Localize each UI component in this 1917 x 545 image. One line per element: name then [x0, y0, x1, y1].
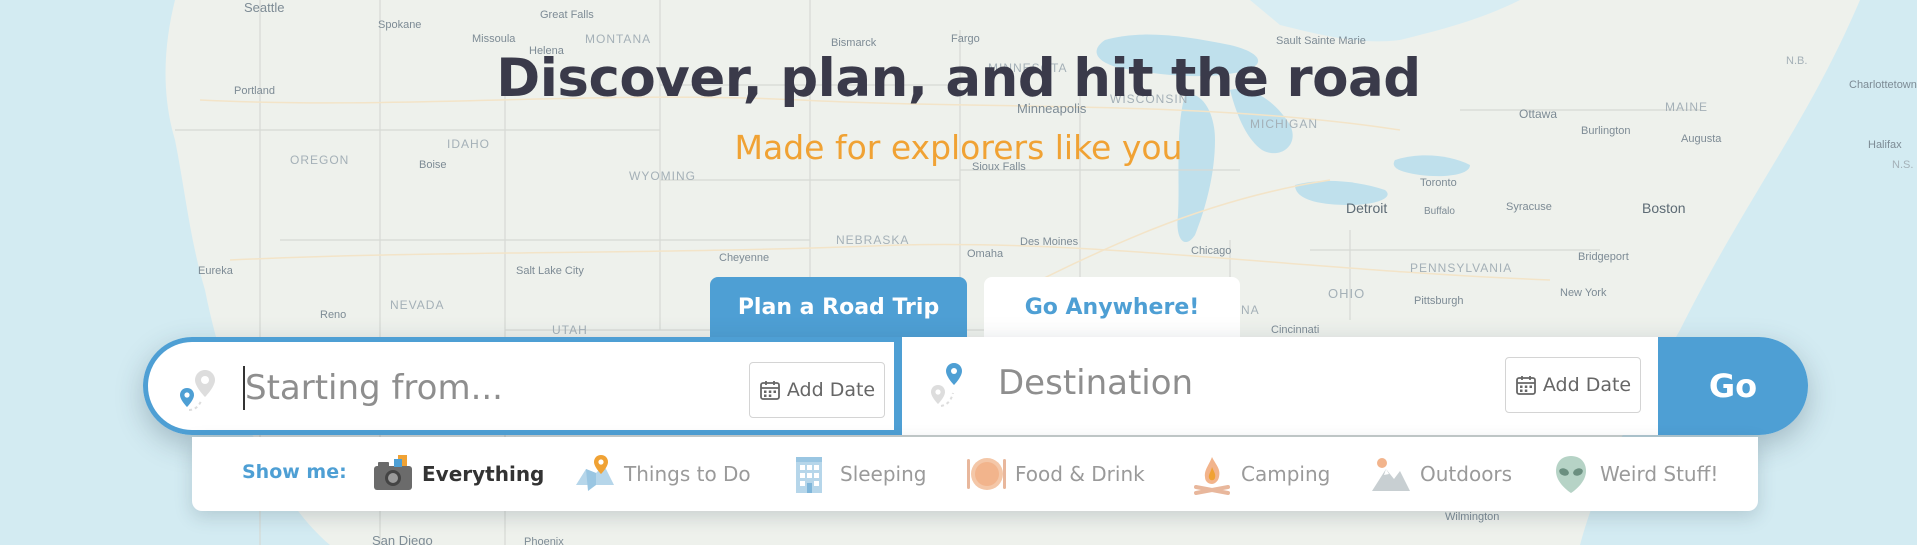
map-label: Toronto	[1420, 177, 1457, 189]
filter-everything[interactable]: Everything	[372, 449, 544, 499]
filter-label: Things to Do	[624, 462, 751, 486]
tab-plan-road-trip[interactable]: Plan a Road Trip	[710, 277, 967, 337]
map-label: Cincinnati	[1271, 324, 1319, 336]
map-label: PENNSYLVANIA	[1410, 261, 1512, 275]
map-pin-icon	[576, 455, 614, 491]
map-label: Missoula	[472, 33, 516, 45]
filter-sleeping[interactable]: Sleeping	[790, 449, 926, 499]
filter-label: Weird Stuff!	[1600, 462, 1719, 486]
hero-subtitle: Made for explorers like you	[734, 128, 1183, 167]
map-label: Chicago	[1191, 245, 1231, 257]
filter-weird-stuff[interactable]: Weird Stuff!	[1550, 449, 1718, 499]
campfire-icon	[1194, 457, 1230, 495]
map-label: Seattle	[244, 0, 284, 15]
map-label: Wilmington	[1445, 511, 1499, 523]
map-label: Eureka	[198, 265, 234, 277]
map-label: Sault Sainte Marie	[1276, 35, 1366, 47]
filter-label: Outdoors	[1420, 462, 1513, 486]
map-label: OHIO	[1328, 286, 1365, 301]
map-label: Spokane	[378, 19, 421, 31]
mountain-icon	[1372, 458, 1410, 491]
map-label: NEVADA	[390, 298, 444, 312]
calendar-icon	[759, 381, 780, 400]
map-label: Cheyenne	[719, 252, 769, 264]
map-label: Phoenix	[524, 536, 564, 545]
route-pin-icon	[180, 370, 215, 411]
go-button[interactable]: Go	[1658, 337, 1808, 435]
filter-label: Everything	[422, 462, 545, 486]
map-label: Bridgeport	[1578, 251, 1629, 263]
map-label: Ottawa	[1519, 107, 1557, 121]
origin-field[interactable]: Starting from... Add Date	[143, 337, 902, 435]
hotel-icon	[796, 457, 822, 493]
filter-outdoors[interactable]: Outdoors	[1370, 449, 1512, 499]
filter-label: Food & Drink	[1015, 462, 1145, 486]
map-label: WYOMING	[629, 169, 696, 183]
map-label: Detroit	[1346, 200, 1387, 216]
filter-camping[interactable]: Camping	[1191, 449, 1330, 499]
map-label: Syracuse	[1506, 201, 1552, 213]
destination-add-date-button[interactable]: Add Date	[1505, 357, 1641, 413]
filter-label: Camping	[1241, 462, 1331, 486]
hero-title: Discover, plan, and hit the road	[496, 48, 1421, 109]
field-divider	[894, 337, 902, 435]
tab-go-anywhere[interactable]: Go Anywhere!	[984, 277, 1240, 337]
origin-add-date-button[interactable]: Add Date	[749, 362, 885, 418]
origin-input[interactable]: Starting from...	[245, 368, 503, 408]
map-label: MONTANA	[585, 32, 651, 46]
add-date-label: Add Date	[1542, 374, 1632, 396]
map-label: Great Falls	[540, 9, 594, 21]
map-label: Reno	[320, 309, 346, 321]
map-label: UTAH	[552, 323, 588, 337]
camera-icon	[374, 455, 412, 490]
map-label: NEBRASKA	[836, 233, 909, 247]
map-label: Omaha	[967, 248, 1004, 260]
show-me-label: Show me:	[242, 461, 347, 483]
alien-icon	[1556, 456, 1586, 493]
map-label: San Diego	[372, 533, 433, 545]
filter-things-to-do[interactable]: Things to Do	[574, 449, 751, 499]
map-label: Fargo	[951, 33, 980, 45]
map-label: Des Moines	[1020, 236, 1079, 248]
filter-food-drink[interactable]: Food & Drink	[965, 449, 1145, 499]
destination-pin-icon	[931, 363, 962, 407]
filter-bar: Show me: Everything Things to Do Sleepin…	[192, 437, 1758, 511]
map-label: Boston	[1642, 200, 1686, 216]
add-date-label: Add Date	[786, 379, 876, 401]
destination-field[interactable]: Destination Add Date	[902, 337, 1658, 435]
map-label: Pittsburgh	[1414, 295, 1464, 307]
map-label: New York	[1560, 287, 1607, 299]
plate-icon	[967, 458, 1006, 490]
map-label: Salt Lake City	[516, 265, 584, 277]
map-label: Buffalo	[1424, 206, 1455, 217]
destination-input[interactable]: Destination	[998, 363, 1193, 403]
calendar-icon	[1515, 376, 1536, 395]
filter-label: Sleeping	[840, 462, 927, 486]
